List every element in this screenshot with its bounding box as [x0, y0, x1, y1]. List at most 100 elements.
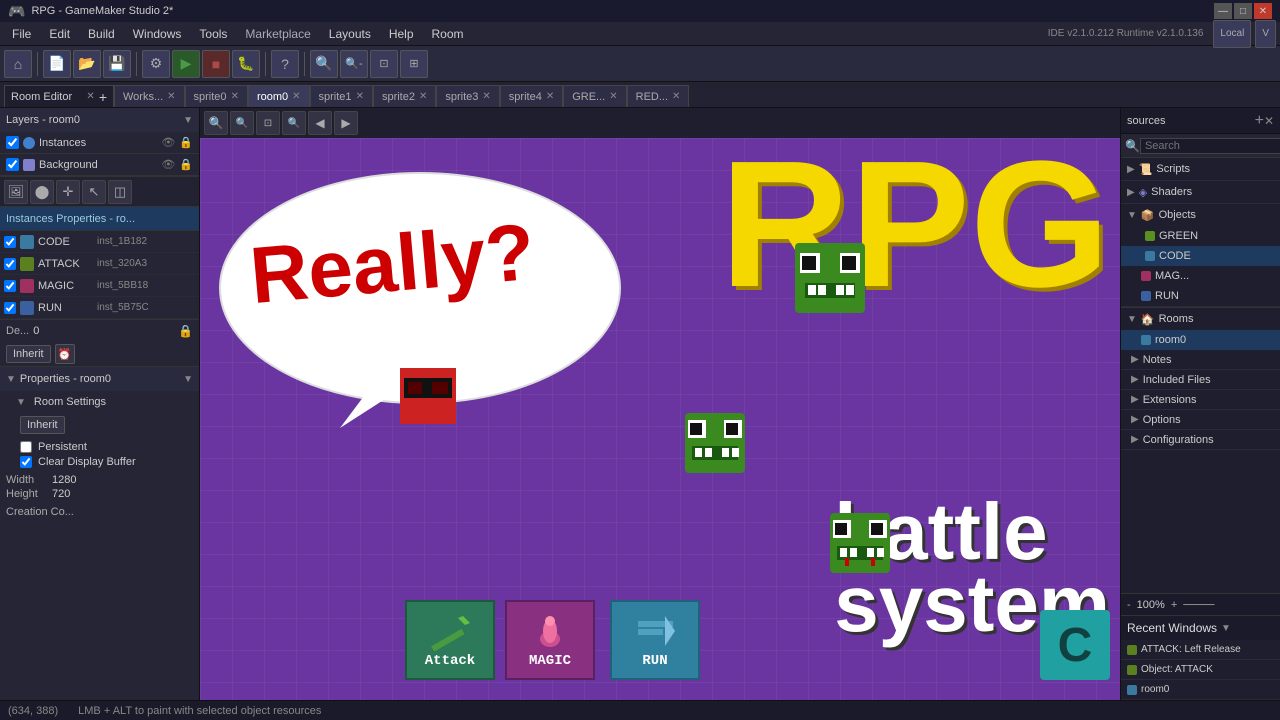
layers-header[interactable]: Layers - room0 ▼	[0, 108, 199, 132]
tab-room0-close[interactable]: ✕	[292, 91, 300, 102]
tab-room0[interactable]: room0 ✕	[248, 85, 310, 107]
menu-layouts[interactable]: Layouts	[321, 25, 379, 43]
tab-sprite4[interactable]: sprite4 ✕	[500, 85, 563, 107]
local-button[interactable]: Local	[1213, 20, 1251, 48]
open-button[interactable]: 📂	[73, 50, 101, 78]
tab-works-close[interactable]: ✕	[167, 91, 175, 102]
res-group-scripts-header[interactable]: ▶ 📜 Scripts	[1121, 158, 1280, 180]
res-item-green[interactable]: GREEN	[1121, 226, 1280, 246]
tab-sprite0-close[interactable]: ✕	[231, 91, 239, 102]
res-item-run[interactable]: RUN	[1121, 286, 1280, 306]
res-item-room0[interactable]: room0	[1121, 330, 1280, 350]
tool-image[interactable]: 🖼	[4, 180, 28, 204]
inherit-button[interactable]: Inherit	[6, 345, 51, 363]
tab-red-close[interactable]: ✕	[672, 91, 680, 102]
menu-help[interactable]: Help	[381, 25, 422, 43]
inherit-button2[interactable]: Inherit	[20, 416, 65, 434]
recent-item-attack-event[interactable]: ATTACK: Left Release	[1121, 640, 1280, 660]
canvas-zoom-out[interactable]: 🔍	[230, 111, 254, 135]
menu-windows[interactable]: Windows	[125, 25, 190, 43]
minimize-button[interactable]: —	[1214, 3, 1232, 19]
tab-works[interactable]: Works... ✕	[114, 85, 185, 107]
room-settings-row[interactable]: ▼ Room Settings	[0, 391, 199, 413]
clear-display-checkbox[interactable]	[20, 456, 32, 468]
zoom-out-button[interactable]: 🔍-	[340, 50, 368, 78]
layer-instances-checkbox[interactable]	[6, 136, 19, 149]
view-button[interactable]: V	[1255, 20, 1276, 48]
recent-item-room0[interactable]: room0	[1121, 680, 1280, 700]
run-button[interactable]: ▶	[172, 50, 200, 78]
menu-marketplace[interactable]: Marketplace	[237, 25, 318, 43]
res-item-code[interactable]: CODE	[1121, 246, 1280, 266]
search-input[interactable]	[1140, 138, 1280, 154]
tool-move[interactable]: ↖	[82, 180, 106, 204]
tab-red[interactable]: RED... ✕	[627, 85, 690, 107]
c-icon[interactable]: C	[1040, 610, 1110, 680]
layer-background-eye[interactable]: 👁	[161, 158, 175, 171]
instance-attack-checkbox[interactable]	[4, 258, 16, 270]
tab-sprite1[interactable]: sprite1 ✕	[310, 85, 373, 107]
tool-extra[interactable]: ◫	[108, 180, 132, 204]
tab-sprite0[interactable]: sprite0 ✕	[185, 85, 248, 107]
res-group-shaders-header[interactable]: ▶ ◈ Shaders	[1121, 181, 1280, 203]
tab-sprite4-close[interactable]: ✕	[546, 91, 554, 102]
tab-gre[interactable]: GRE... ✕	[563, 85, 626, 107]
room-editor-tab-add[interactable]: +	[99, 89, 107, 105]
inherit-icon-button[interactable]: ⏰	[55, 344, 75, 364]
layer-instances-eye[interactable]: 👁	[161, 136, 175, 149]
tab-sprite3[interactable]: sprite3 ✕	[436, 85, 499, 107]
help-button[interactable]: ?	[271, 50, 299, 78]
res-item-magic[interactable]: MAG...	[1121, 266, 1280, 286]
layer-instances[interactable]: Instances 👁 🔒	[0, 132, 199, 154]
notes-section[interactable]: ▶ Notes	[1121, 350, 1280, 370]
zoom-fit-button[interactable]: ⊡	[370, 50, 398, 78]
menu-file[interactable]: File	[4, 25, 39, 43]
green-monster-2[interactable]	[680, 408, 750, 491]
tool-circle[interactable]: ⬤	[30, 180, 54, 204]
canvas-fit[interactable]: ⊡	[256, 111, 280, 135]
recent-item-attack-object[interactable]: Object: ATTACK	[1121, 660, 1280, 680]
stop-button[interactable]: ■	[202, 50, 230, 78]
instance-code[interactable]: CODE inst_1B182	[0, 231, 199, 253]
instance-magic[interactable]: MAGIC inst_5BB18	[0, 275, 199, 297]
center-canvas[interactable]: ◀ 🔍 🔍 ⊡ 🔍 ◀ ▶ RPG battle system	[200, 108, 1120, 700]
canvas-prev[interactable]: ◀	[308, 111, 332, 135]
properties-header[interactable]: ▼ Properties - room0 ▼	[0, 367, 199, 391]
res-group-objects-header[interactable]: ▼ 📦 Objects	[1121, 204, 1280, 226]
recent-windows-header[interactable]: Recent Windows ▼	[1121, 616, 1280, 640]
green-monster-1[interactable]	[790, 238, 870, 331]
menu-build[interactable]: Build	[80, 25, 123, 43]
attack-item[interactable]: Attack	[405, 600, 495, 680]
maximize-button[interactable]: □	[1234, 3, 1252, 19]
room-canvas[interactable]: RPG battle system Really?	[200, 138, 1120, 700]
instance-code-checkbox[interactable]	[4, 236, 16, 248]
instance-magic-checkbox[interactable]	[4, 280, 16, 292]
debug-button[interactable]: 🐛	[232, 50, 260, 78]
resources-close[interactable]: ✕	[1264, 114, 1274, 128]
save-button[interactable]: 💾	[103, 50, 131, 78]
green-monster-3[interactable]	[825, 508, 895, 591]
zoom-plus[interactable]: +	[1169, 599, 1179, 611]
tab-gre-close[interactable]: ✕	[609, 91, 617, 102]
close-button[interactable]: ✕	[1254, 3, 1272, 19]
canvas-search[interactable]: 🔍	[282, 111, 306, 135]
home-button[interactable]: ⌂	[4, 50, 32, 78]
red-character[interactable]	[400, 368, 456, 438]
layer-background[interactable]: Background 👁 🔒	[0, 154, 199, 176]
options-section[interactable]: ▶ Options	[1121, 410, 1280, 430]
depth-lock-icon[interactable]: 🔒	[178, 324, 193, 338]
canvas-next[interactable]: ▶	[334, 111, 358, 135]
tab-sprite1-close[interactable]: ✕	[356, 91, 364, 102]
tool-select[interactable]: ✛	[56, 180, 80, 204]
configurations-section[interactable]: ▶ Configurations	[1121, 430, 1280, 450]
included-files-section[interactable]: ▶ Included Files	[1121, 370, 1280, 390]
menu-edit[interactable]: Edit	[41, 25, 78, 43]
tab-sprite2-close[interactable]: ✕	[419, 91, 427, 102]
tab-sprite2[interactable]: sprite2 ✕	[373, 85, 436, 107]
creation-row[interactable]: Creation Co...	[0, 502, 199, 520]
layer-background-checkbox[interactable]	[6, 158, 19, 171]
zoom-slider[interactable]: ────	[1181, 599, 1276, 611]
instance-attack[interactable]: ATTACK inst_320A3	[0, 253, 199, 275]
extensions-section[interactable]: ▶ Extensions	[1121, 390, 1280, 410]
layer-background-lock[interactable]: 🔒	[179, 158, 193, 171]
